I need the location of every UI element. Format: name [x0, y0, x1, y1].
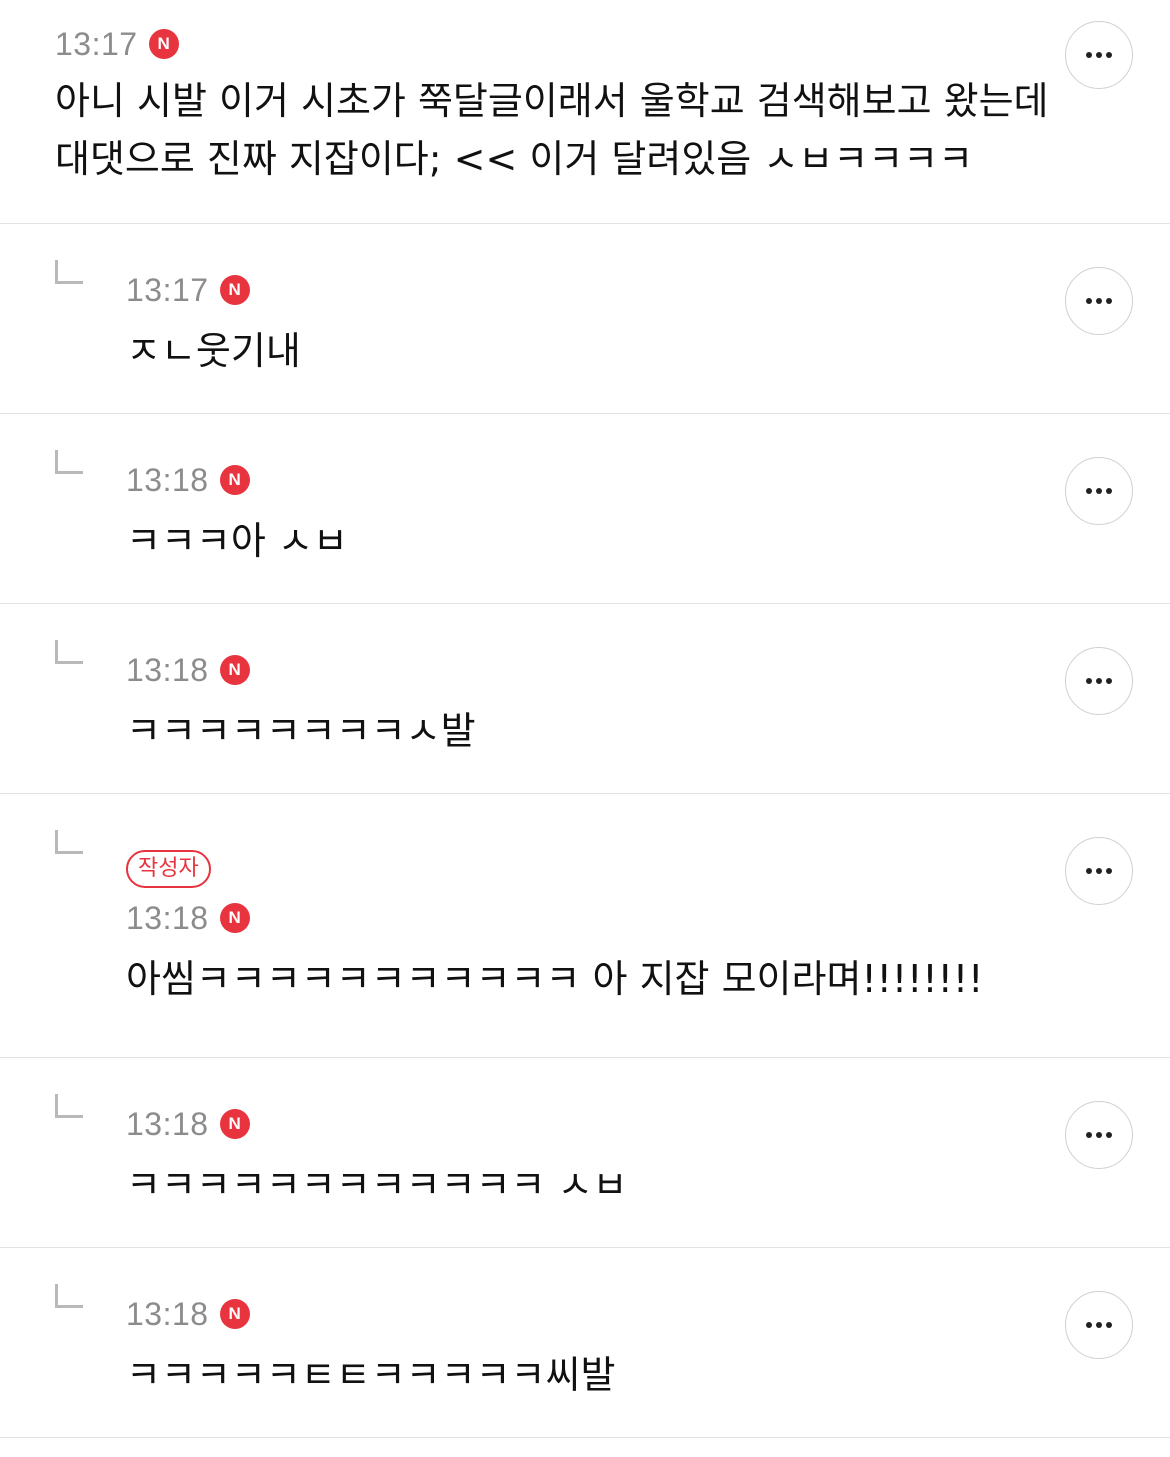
reply-comment-author: 작성자 13:18 N 아씸ㅋㅋㅋㅋㅋㅋㅋㅋㅋㅋㅋ 아 지잡 모이라며!!!!!… — [0, 794, 1170, 1058]
comment-time: 13:17 — [55, 25, 138, 62]
reply-comment: 13:18 N ㅋㅋㅋ아 ㅅㅂ — [0, 414, 1170, 604]
comment-text: ㅈㄴ웃기내 — [126, 329, 301, 373]
comment-text: ㅋㅋㅋㅋㅋㅌㅌㅋㅋㅋㅋㅋ씨발 — [126, 1353, 616, 1397]
more-dots-icon — [1086, 298, 1112, 304]
comment-meta: 13:18 N — [126, 648, 1030, 692]
comment-meta: 13:18 N — [126, 896, 1030, 940]
more-dots-icon — [1086, 52, 1112, 58]
comment-body: 13:17 N 아니 시발 이거 시초가 쭉달글이래서 울학교 검색해보고 왔는… — [55, 22, 1049, 188]
more-dots-icon — [1086, 488, 1112, 494]
comment-body: 13:18 N ㅋㅋㅋㅋㅋㅋㅋㅋㅋㅋㅋㅋ ㅅㅂ — [126, 1102, 1030, 1214]
comment-text: ㅋㅋㅋㅋㅋㅋㅋㅋㅋㅋㅋㅋ ㅅㅂ — [126, 1163, 628, 1207]
comment-body: 13:18 N ㅋㅋㅋㅋㅋㅌㅌㅋㅋㅋㅋㅋ씨발 — [126, 1292, 1030, 1404]
more-options-button[interactable] — [1065, 457, 1133, 525]
new-badge: N — [219, 903, 250, 933]
comment-time: 13:18 — [126, 461, 209, 498]
reply-comment: 13:18 N ㅋㅋㅋㅋㅋㅌㅌㅋㅋㅋㅋㅋ씨발 — [0, 1248, 1170, 1438]
reply-comment: 13:17 N ㅈㄴ웃기내 — [0, 224, 1170, 414]
reply-arrow-icon — [55, 1094, 83, 1118]
new-badge: N — [219, 275, 250, 305]
more-options-button[interactable] — [1065, 267, 1133, 335]
comment-text: 아씸ㅋㅋㅋㅋㅋㅋㅋㅋㅋㅋㅋ 아 지잡 모이라며!!!!!!!! — [126, 957, 984, 1001]
comment-body: 13:18 N ㅋㅋㅋ아 ㅅㅂ — [126, 458, 1030, 570]
more-options-button[interactable] — [1065, 647, 1133, 715]
comment-meta: 13:18 N — [126, 458, 1030, 502]
new-badge: N — [219, 1299, 250, 1329]
more-options-button[interactable] — [1065, 1291, 1133, 1359]
reply-arrow-icon — [55, 1284, 83, 1308]
comment-text: 아니 시발 이거 시초가 쭉달글이래서 울학교 검색해보고 왔는데 대댓으로 진… — [55, 79, 1061, 181]
comment-body: 작성자 13:18 N 아씸ㅋㅋㅋㅋㅋㅋㅋㅋㅋㅋㅋ 아 지잡 모이라며!!!!!… — [126, 850, 1030, 1008]
more-options-button[interactable] — [1065, 21, 1133, 89]
author-badge: 작성자 — [126, 850, 211, 888]
more-dots-icon — [1086, 1322, 1112, 1328]
more-dots-icon — [1086, 678, 1112, 684]
new-badge: N — [219, 655, 250, 685]
comment: 13:17 N 아니 시발 이거 시초가 쭉달글이래서 울학교 검색해보고 왔는… — [0, 0, 1170, 224]
reply-arrow-icon — [55, 830, 83, 854]
comment-time: 13:18 — [126, 899, 209, 936]
comment-text: ㅋㅋㅋㅋㅋㅋㅋㅋㅅ발 — [126, 709, 476, 753]
comment-time: 13:18 — [126, 1105, 209, 1142]
reply-comment: 13:18 N ㅋㅋㅋㅋㅋㅋㅋㅋㅅ발 — [0, 604, 1170, 794]
reply-arrow-icon — [55, 450, 83, 474]
new-badge: N — [148, 29, 179, 59]
comment-thread: 13:17 N 아니 시발 이거 시초가 쭉달글이래서 울학교 검색해보고 왔는… — [0, 0, 1170, 1438]
more-options-button[interactable] — [1065, 837, 1133, 905]
comment-text: ㅋㅋㅋ아 ㅅㅂ — [126, 519, 348, 563]
comment-time: 13:18 — [126, 1295, 209, 1332]
more-dots-icon — [1086, 1132, 1112, 1138]
new-badge: N — [219, 1109, 250, 1139]
comment-meta: 13:17 N — [55, 22, 1030, 66]
reply-arrow-icon — [55, 640, 83, 664]
new-badge: N — [219, 465, 250, 495]
comment-meta: 13:18 N — [126, 1102, 1030, 1146]
comment-body: 13:17 N ㅈㄴ웃기내 — [126, 268, 1030, 380]
comment-meta: 13:17 N — [126, 268, 1030, 312]
comment-time: 13:18 — [126, 651, 209, 688]
comment-meta: 13:18 N — [126, 1292, 1030, 1336]
more-dots-icon — [1086, 868, 1112, 874]
reply-arrow-icon — [55, 260, 83, 284]
more-options-button[interactable] — [1065, 1101, 1133, 1169]
comment-body: 13:18 N ㅋㅋㅋㅋㅋㅋㅋㅋㅅ발 — [126, 648, 1030, 760]
reply-comment: 13:18 N ㅋㅋㅋㅋㅋㅋㅋㅋㅋㅋㅋㅋ ㅅㅂ — [0, 1058, 1170, 1248]
comment-time: 13:17 — [126, 271, 209, 308]
